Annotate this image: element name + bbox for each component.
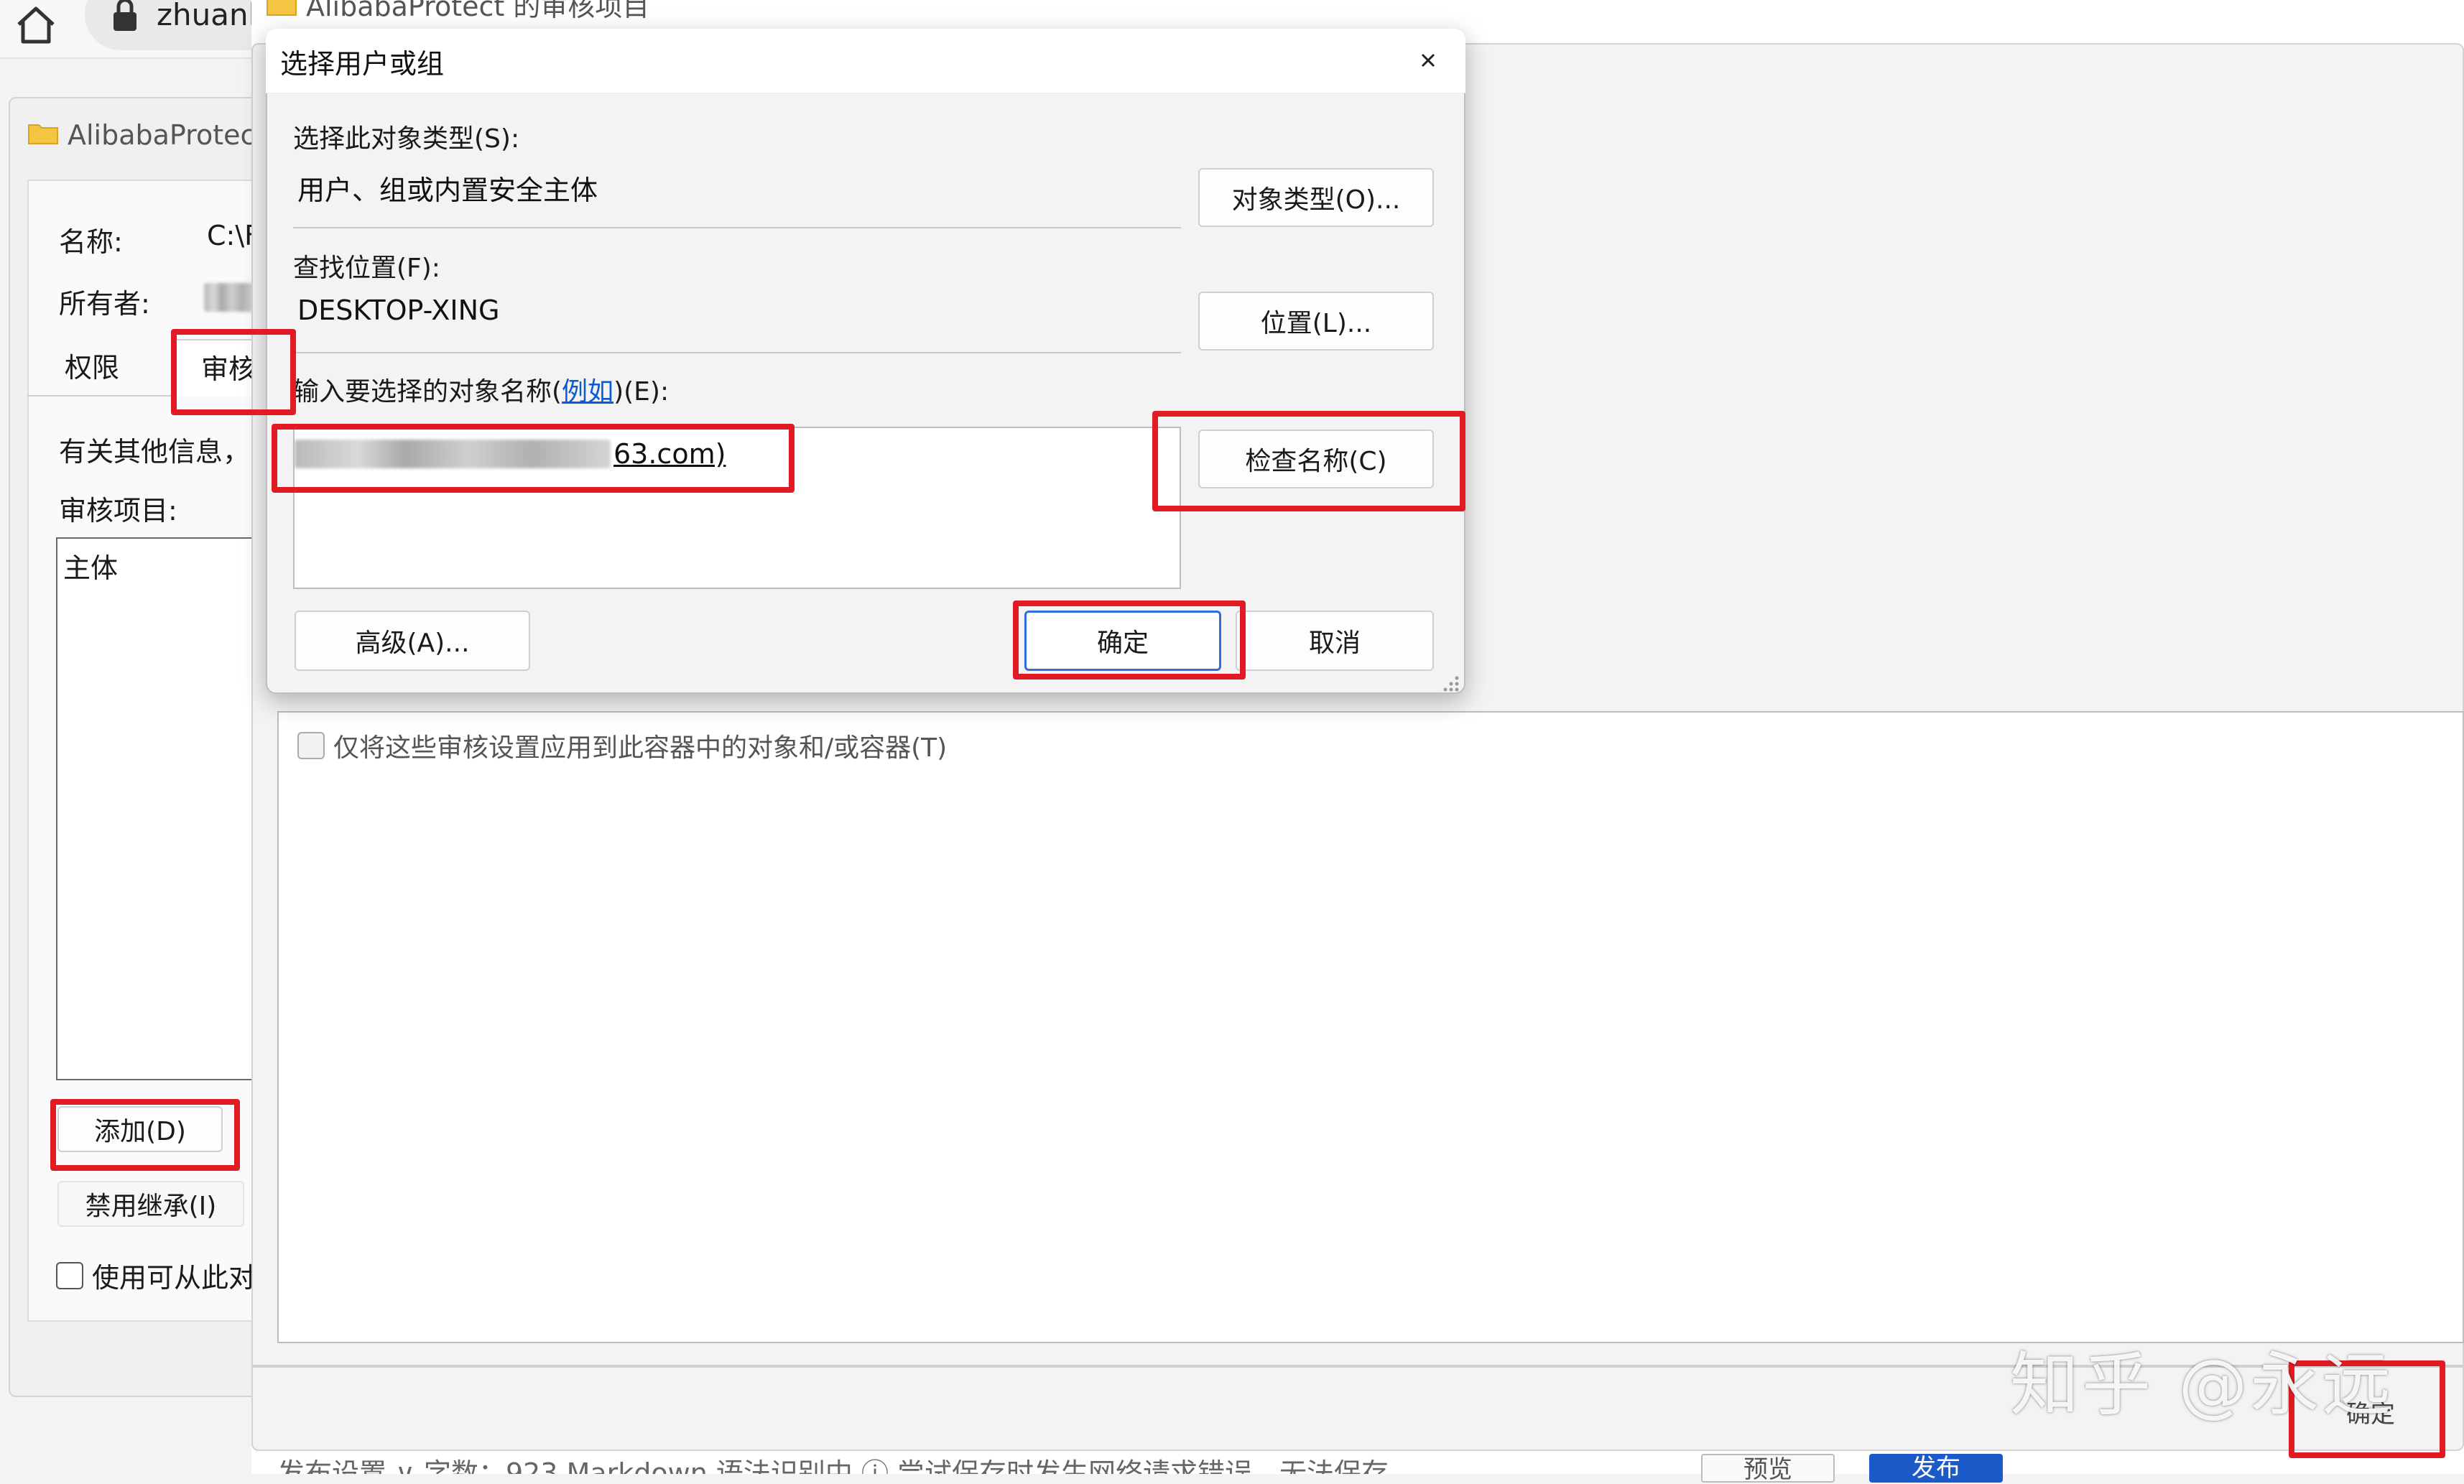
locations-button[interactable]: 位置(L)... (1198, 292, 1434, 351)
enter-names-label-suffix: )(E): (613, 377, 670, 407)
divider (293, 352, 1181, 353)
resize-grip-icon[interactable] (1438, 671, 1460, 692)
cancel-button[interactable]: 取消 (1236, 611, 1434, 671)
location-value: DESKTOP-XING (297, 295, 500, 326)
examples-link[interactable]: 例如 (562, 377, 613, 407)
disable-inheritance-button[interactable]: 禁用继承(I) (57, 1181, 244, 1227)
folder-icon (28, 124, 58, 144)
publish-button-label: 发布 (1912, 1454, 1960, 1483)
location-label: 查找位置(F): (293, 254, 440, 283)
info-text: 有关其他信息， (59, 436, 251, 468)
highlight-check-names (1152, 411, 1465, 511)
highlight-add-button (50, 1099, 240, 1171)
name-label: 名称: (59, 226, 123, 258)
audit-window-title-text: AlibabaProtect 的审核项目 (306, 0, 650, 22)
audit-window-title: AlibabaProtect 的审核项目 (266, 0, 649, 24)
object-type-value: 用户、组或内置安全主体 (297, 175, 598, 206)
use-inheritable-checkbox[interactable] (56, 1261, 83, 1289)
use-inheritable-label: 使用可从此对 (92, 1262, 256, 1294)
highlight-name-input (272, 424, 795, 493)
enter-names-label: 输入要选择的对象名称(例如)(E): (293, 371, 669, 408)
preview-button[interactable]: 预览 (1701, 1454, 1835, 1484)
divider (293, 227, 1181, 228)
use-inheritable-option[interactable]: 使用可从此对 (56, 1256, 256, 1295)
preview-button-label: 预览 (1743, 1455, 1792, 1484)
editor-status-bar: 发布设置 ∨ 字数：923 Markdown 语法识别中 ⓘ 尝试保存时发生网络… (277, 1457, 1389, 1474)
highlight-auditing-tab (171, 329, 296, 415)
owner-label: 所有者: (59, 288, 150, 320)
audit-content-area (277, 711, 2464, 1343)
apply-to-container-option[interactable]: 仅将这些审核设置应用到此容器中的对象和/或容器(T) (297, 727, 947, 764)
zhihu-watermark: 知乎 @永远 (2010, 1345, 2394, 1425)
owner-value-blurred (204, 283, 254, 312)
dialog-titlebar (266, 29, 1465, 93)
tab-permissions[interactable]: 权限 (34, 339, 149, 396)
lock-icon (114, 0, 136, 31)
folder-icon (267, 0, 297, 16)
apply-to-container-checkbox[interactable] (297, 732, 325, 759)
object-types-button[interactable]: 对象类型(O)... (1198, 168, 1434, 227)
home-icon[interactable] (13, 3, 59, 46)
object-type-label: 选择此对象类型(S): (293, 124, 520, 154)
apply-to-container-label: 仅将这些审核设置应用到此容器中的对象和/或容器(T) (333, 733, 948, 763)
address-bar-text: zhuanl (157, 0, 257, 32)
publish-button[interactable]: 发布 (1869, 1454, 2003, 1483)
dialog-title: 选择用户或组 (280, 48, 445, 80)
audit-items-label: 审核项目: (59, 495, 177, 527)
advanced-button[interactable]: 高级(A)... (295, 611, 530, 671)
close-icon[interactable] (1408, 40, 1448, 80)
enter-names-label-text: 输入要选择的对象名称( (293, 377, 562, 407)
highlight-ok-button (1013, 600, 1246, 680)
